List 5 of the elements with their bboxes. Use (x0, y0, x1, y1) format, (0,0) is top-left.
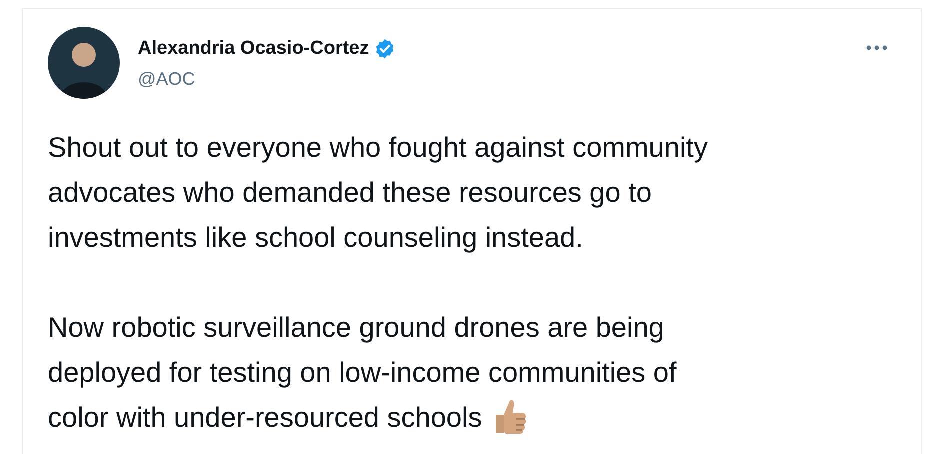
more-options-icon[interactable] (866, 45, 888, 51)
tweet-text: color with under-resourced schools (48, 401, 482, 435)
author-name[interactable]: Alexandria Ocasio-Cortez (138, 37, 370, 61)
tweet-text: Shout out to everyone who fought against community advocates who demanded these resources go to investments like school counseling instead. (48, 131, 709, 255)
author-handle[interactable]: @AOC (138, 67, 396, 91)
